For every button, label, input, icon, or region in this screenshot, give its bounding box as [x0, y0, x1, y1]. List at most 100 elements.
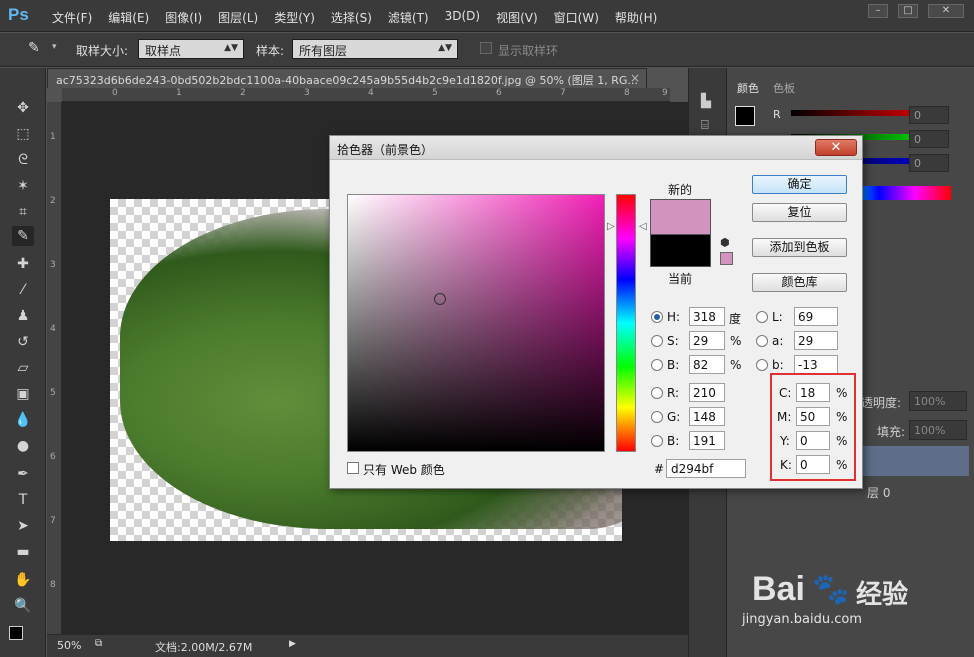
show-ring-checkbox[interactable]	[480, 42, 492, 54]
menu-select[interactable]: 选择(S)	[323, 9, 380, 26]
saturation-field[interactable]: 29	[689, 331, 725, 350]
ok-button[interactable]: 确定	[752, 175, 847, 194]
zoom-level[interactable]: 50%	[57, 639, 81, 652]
dialog-titlebar[interactable]: 拾色器（前景色） ✕	[330, 136, 862, 160]
reset-button[interactable]: 复位	[752, 203, 847, 222]
menu-help[interactable]: 帮助(H)	[607, 9, 665, 26]
tool-preset-chevron-icon[interactable]: ▾	[52, 42, 57, 52]
hue-slider[interactable]	[616, 194, 636, 452]
lasso-tool-icon[interactable]: ᘓ	[12, 150, 34, 170]
close-document-icon[interactable]: ×	[630, 71, 640, 85]
green-value[interactable]: 0	[909, 130, 949, 148]
close-icon[interactable]: ✕	[928, 4, 964, 18]
actions-panel-icon[interactable]: ⌸	[701, 118, 709, 133]
radio-lab-a[interactable]	[756, 335, 768, 347]
color-panel-foreground[interactable]	[735, 106, 755, 126]
foreground-color-swatch[interactable]	[9, 626, 23, 640]
hue-arrow-right-icon[interactable]: ◁	[639, 221, 647, 232]
yellow-field[interactable]: 0	[796, 431, 830, 450]
current-color-swatch[interactable]	[650, 234, 711, 267]
ruler-vertical: 1 2 3 4 5 6 7 8	[47, 102, 62, 634]
watermark-url: jingyan.baidu.com	[742, 612, 862, 627]
minimize-icon[interactable]: –	[868, 4, 888, 18]
blur-tool-icon[interactable]: 💧	[12, 410, 34, 430]
lab-l-field[interactable]: 69	[794, 307, 838, 326]
shape-tool-icon[interactable]: ▬	[12, 542, 34, 562]
move-tool-icon[interactable]: ✥	[12, 98, 34, 118]
dodge-tool-icon[interactable]: ●	[12, 436, 34, 456]
hand-tool-icon[interactable]: ✋	[12, 570, 34, 590]
tab-color[interactable]: 颜色	[737, 80, 759, 96]
gradient-tool-icon[interactable]: ▣	[12, 384, 34, 404]
blue-field[interactable]: 191	[689, 431, 725, 450]
menu-file[interactable]: 文件(F)	[44, 9, 100, 26]
document-tab[interactable]: ac75323d6b6de243-0bd502b2bdc1100a-40baac…	[47, 68, 647, 88]
only-web-colors-checkbox[interactable]	[347, 462, 359, 474]
hue-arrow-left-icon[interactable]: ▷	[607, 221, 615, 232]
status-options-icon[interactable]: ⧉	[95, 638, 102, 649]
magic-wand-icon[interactable]: ✶	[12, 176, 34, 196]
hex-field[interactable]: d294bf	[666, 459, 746, 478]
radio-hue[interactable]	[651, 311, 663, 323]
stamp-tool-icon[interactable]: ♟	[12, 306, 34, 326]
out-of-gamut-cube-icon[interactable]: ⬢	[720, 236, 730, 249]
lab-b-field[interactable]: -13	[794, 355, 838, 374]
radio-blue[interactable]	[651, 435, 663, 447]
opacity-field[interactable]: 100%	[909, 391, 967, 411]
eraser-tool-icon[interactable]: ▱	[12, 358, 34, 378]
radio-lightness[interactable]	[756, 311, 768, 323]
menu-bar: Ps 文件(F) 编辑(E) 图像(I) 图层(L) 类型(Y) 选择(S) 滤…	[0, 0, 974, 32]
layer-name[interactable]: 层 0	[867, 484, 890, 501]
pen-tool-icon[interactable]: ✒	[12, 464, 34, 484]
add-to-swatches-button[interactable]: 添加到色板	[752, 238, 847, 257]
radio-saturation[interactable]	[651, 335, 663, 347]
history-panel-icon[interactable]: ▙	[701, 94, 711, 109]
web-safe-swatch[interactable]	[720, 252, 733, 265]
menu-view[interactable]: 视图(V)	[488, 9, 546, 26]
brush-tool-icon[interactable]: ⁄	[12, 280, 34, 300]
crop-tool-icon[interactable]: ⌗	[12, 202, 34, 222]
eyedropper-icon[interactable]: ✎	[28, 40, 40, 56]
color-cursor[interactable]	[434, 293, 446, 305]
maximize-icon[interactable]: □	[898, 4, 918, 18]
menu-3d[interactable]: 3D(D)	[437, 9, 488, 26]
red-field[interactable]: 210	[689, 383, 725, 402]
menu-type[interactable]: 类型(Y)	[266, 9, 323, 26]
black-field[interactable]: 0	[796, 455, 830, 474]
zoom-tool-icon[interactable]: 🔍	[12, 596, 34, 616]
menu-filter[interactable]: 滤镜(T)	[380, 9, 437, 26]
red-value[interactable]: 0	[909, 106, 949, 124]
radio-red[interactable]	[651, 387, 663, 399]
marquee-tool-icon[interactable]: ⬚	[12, 124, 34, 144]
history-brush-icon[interactable]: ↺	[12, 332, 34, 352]
radio-lab-b[interactable]	[756, 359, 768, 371]
fill-field[interactable]: 100%	[909, 420, 967, 440]
layer-row-selected[interactable]	[857, 446, 969, 476]
watermark-brand: Bai	[752, 570, 805, 608]
hue-field[interactable]: 318	[689, 307, 725, 326]
green-field[interactable]: 148	[689, 407, 725, 426]
sample-select[interactable]: 所有图层 ▲▼	[292, 39, 458, 59]
path-select-icon[interactable]: ➤	[12, 516, 34, 536]
healing-brush-icon[interactable]: ✚	[12, 254, 34, 274]
menu-layer[interactable]: 图层(L)	[210, 9, 266, 26]
paw-icon: 🐾	[812, 572, 850, 607]
menu-image[interactable]: 图像(I)	[157, 9, 210, 26]
eyedropper-tool-icon[interactable]: ✎	[12, 226, 34, 246]
dialog-close-icon[interactable]: ✕	[815, 139, 857, 156]
magenta-field[interactable]: 50	[796, 407, 830, 426]
sample-size-select[interactable]: 取样点 ▲▼	[138, 39, 244, 59]
cyan-field[interactable]: 18	[796, 383, 830, 402]
color-libraries-button[interactable]: 颜色库	[752, 273, 847, 292]
lab-a-field[interactable]: 29	[794, 331, 838, 350]
menu-window[interactable]: 窗口(W)	[546, 9, 607, 26]
tab-swatches[interactable]: 色板	[773, 80, 795, 96]
brightness-field[interactable]: 82	[689, 355, 725, 374]
radio-green[interactable]	[651, 411, 663, 423]
type-tool-icon[interactable]: T	[12, 490, 34, 510]
status-menu-arrow-icon[interactable]: ▶	[289, 639, 296, 649]
menu-edit[interactable]: 编辑(E)	[100, 9, 157, 26]
radio-brightness[interactable]	[651, 359, 663, 371]
saturation-brightness-field[interactable]	[347, 194, 605, 452]
blue-value[interactable]: 0	[909, 154, 949, 172]
